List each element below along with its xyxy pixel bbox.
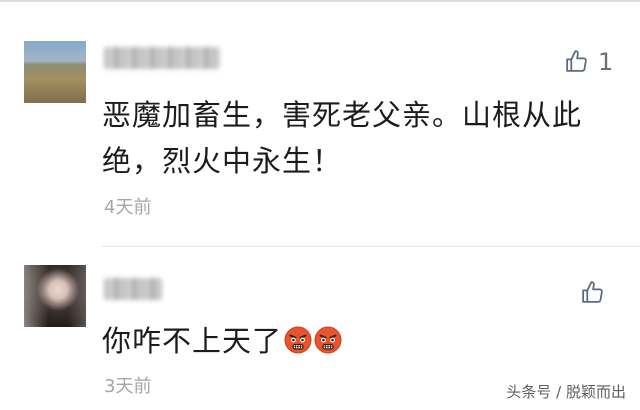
blurred-username[interactable] — [104, 278, 162, 300]
angry-face-icon — [314, 326, 342, 354]
angry-face-icon — [284, 326, 312, 354]
watermark: 头条号 / 脱颖而出 — [506, 383, 626, 401]
comment-time: 4天前 — [104, 197, 152, 218]
avatar[interactable] — [24, 265, 86, 327]
like-button[interactable] — [580, 280, 614, 305]
comment-text: 你咋不上天了 — [102, 318, 602, 364]
like-button[interactable]: 1 — [564, 49, 613, 74]
blurred-username[interactable] — [104, 47, 220, 69]
avatar[interactable] — [24, 41, 86, 103]
comment-divider — [102, 246, 640, 247]
comment-time: 3天前 — [104, 376, 152, 397]
comment-text-content: 你咋不上天了 — [102, 324, 283, 358]
top-divider — [0, 0, 640, 2]
comment-text: 恶魔加畜生，害死老父亲。山根从此绝，烈火中永生！ — [102, 98, 583, 178]
like-count: 1 — [598, 47, 614, 76]
thumbs-up-icon — [582, 281, 603, 303]
thumbs-up-icon — [566, 50, 587, 72]
